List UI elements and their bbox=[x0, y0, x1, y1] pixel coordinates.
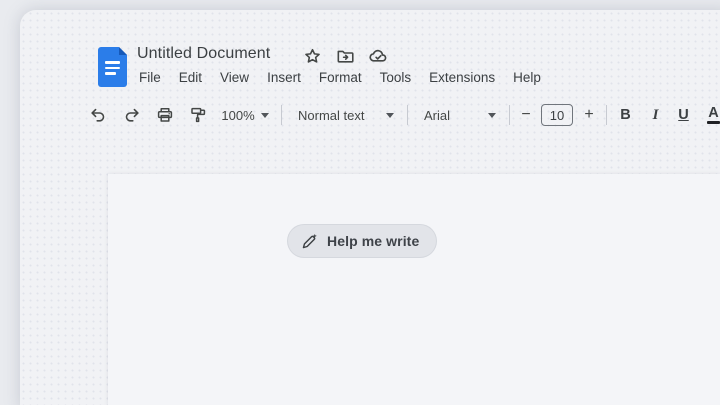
increase-font-size-button[interactable]: + bbox=[578, 99, 600, 131]
help-me-write-button[interactable]: Help me write bbox=[287, 224, 437, 258]
undo-icon bbox=[89, 106, 107, 124]
style-value: Normal text bbox=[298, 108, 364, 123]
docs-logo-lines bbox=[105, 61, 120, 78]
undo-button[interactable] bbox=[84, 99, 111, 131]
toolbar-divider bbox=[407, 105, 408, 125]
menu-item-edit[interactable]: Edit bbox=[177, 69, 204, 86]
paint-format-icon bbox=[189, 106, 207, 124]
bold-label: B bbox=[620, 107, 630, 123]
screen: Untitled Document Fil bbox=[0, 0, 720, 405]
text-color-button[interactable]: A bbox=[700, 99, 720, 131]
chevron-down-icon bbox=[386, 113, 394, 118]
magic-pen-icon bbox=[301, 233, 318, 250]
menu-item-help[interactable]: Help bbox=[511, 69, 543, 86]
italic-button[interactable]: I bbox=[642, 99, 669, 131]
print-icon bbox=[156, 106, 174, 124]
italic-label: I bbox=[653, 107, 659, 124]
zoom-value: 100% bbox=[221, 108, 254, 123]
zoom-dropdown[interactable]: 100% bbox=[216, 99, 274, 131]
star-icon[interactable] bbox=[302, 46, 322, 66]
toolbar-divider bbox=[281, 105, 282, 125]
font-dropdown[interactable]: Arial bbox=[418, 99, 502, 131]
move-folder-icon[interactable] bbox=[335, 46, 355, 66]
document-title[interactable]: Untitled Document bbox=[137, 45, 270, 63]
underline-button[interactable]: U bbox=[670, 99, 697, 131]
cloud-status-icon[interactable] bbox=[368, 46, 388, 66]
document-page[interactable]: Help me write bbox=[108, 174, 720, 405]
menu-item-file[interactable]: File bbox=[137, 69, 163, 86]
redo-button[interactable] bbox=[118, 99, 145, 131]
menu-item-tools[interactable]: Tools bbox=[378, 69, 414, 86]
font-value: Arial bbox=[424, 108, 450, 123]
decrease-font-size-button[interactable]: − bbox=[515, 99, 537, 131]
google-docs-icon[interactable] bbox=[98, 47, 127, 87]
menubar: File Edit View Insert Format Tools Exten… bbox=[137, 69, 543, 86]
paint-format-button[interactable] bbox=[184, 99, 211, 131]
font-size-input[interactable]: 10 bbox=[541, 104, 573, 126]
print-button[interactable] bbox=[151, 99, 178, 131]
redo-icon bbox=[123, 106, 141, 124]
menu-item-format[interactable]: Format bbox=[317, 69, 364, 86]
chevron-down-icon bbox=[261, 113, 269, 118]
text-color-label: A bbox=[707, 106, 720, 125]
toolbar-divider bbox=[606, 105, 607, 125]
menu-item-insert[interactable]: Insert bbox=[265, 69, 303, 86]
text-color-bar bbox=[707, 121, 720, 124]
chevron-down-icon bbox=[488, 113, 496, 118]
toolbar: 100% Normal text Arial − 10 + B I U bbox=[0, 99, 720, 131]
bold-button[interactable]: B bbox=[612, 99, 639, 131]
help-me-write-label: Help me write bbox=[327, 233, 419, 249]
menu-item-view[interactable]: View bbox=[218, 69, 251, 86]
docs-logo-fold bbox=[119, 47, 127, 55]
styles-dropdown[interactable]: Normal text bbox=[292, 99, 400, 131]
menu-item-extensions[interactable]: Extensions bbox=[427, 69, 497, 86]
toolbar-divider bbox=[509, 105, 510, 125]
title-actions bbox=[302, 46, 388, 66]
underline-label: U bbox=[678, 107, 688, 123]
